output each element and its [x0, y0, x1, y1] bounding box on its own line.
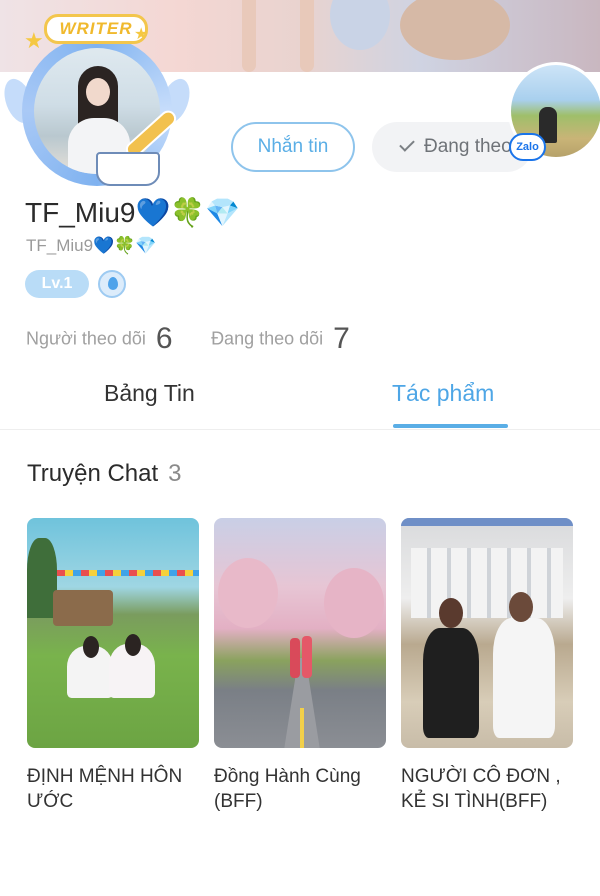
cover-decoration: [330, 0, 390, 50]
story-card[interactable]: Đồng Hành Cùng (BFF): [214, 518, 386, 814]
story-title[interactable]: NGƯỜI CÔ ĐƠN , KẺ SI TÌNH(BFF): [401, 764, 573, 814]
active-tab-indicator: [393, 424, 508, 428]
story-cover-image[interactable]: [401, 518, 573, 748]
followers-label: Người theo dõi: [26, 328, 146, 349]
story-cover-image[interactable]: [214, 518, 386, 748]
following-label: Đang theo dõi: [211, 328, 324, 349]
profile-name: TF_Miu9💙🍀💎: [25, 197, 241, 228]
story-cover-image[interactable]: [27, 518, 199, 748]
profile-username: TF_Miu9💙🍀💎: [26, 236, 157, 255]
tab-feed[interactable]: Bảng Tin: [104, 380, 195, 407]
water-drop-icon: [98, 270, 126, 298]
check-icon: [399, 136, 415, 152]
profile-tabs: Bảng Tin Tác phẩm: [0, 372, 600, 430]
tab-works[interactable]: Tác phẩm: [392, 380, 494, 407]
story-card[interactable]: ĐỊNH MỆNH HÔN ƯỚC: [27, 518, 199, 814]
star-icon: ★: [24, 28, 44, 53]
section-title-label: Truyện Chat: [27, 460, 159, 487]
level-badge: Lv.1: [25, 270, 89, 298]
story-card[interactable]: NGƯỜI CÔ ĐƠN , KẺ SI TÌNH(BFF): [401, 518, 573, 814]
cover-decoration: [300, 0, 314, 72]
following-button[interactable]: Đang theo dõi: [372, 122, 532, 172]
followers-count: 6: [155, 322, 173, 355]
writer-badge: WRITER: [44, 14, 148, 44]
profile-avatar[interactable]: WRITER ★ ★: [0, 8, 196, 190]
followers-stat[interactable]: Người theo dõi 6: [26, 322, 173, 356]
following-stat[interactable]: Đang theo dõi 7: [211, 322, 350, 356]
story-title[interactable]: ĐỊNH MỆNH HÔN ƯỚC: [27, 764, 199, 814]
cover-decoration: [242, 0, 256, 72]
story-title[interactable]: Đồng Hành Cùng (BFF): [214, 764, 386, 814]
profile-stats: Người theo dõi 6 Đang theo dõi 7: [26, 322, 384, 362]
section-count: 3: [168, 460, 182, 487]
message-button[interactable]: Nhắn tin: [231, 122, 355, 172]
star-icon: ★: [134, 26, 149, 43]
book-icon: [96, 152, 160, 186]
cover-decoration: [400, 0, 510, 60]
zalo-logo-icon: Zalo: [509, 133, 546, 161]
following-count: 7: [333, 322, 350, 355]
section-title: Truyện Chat 3: [27, 460, 182, 488]
